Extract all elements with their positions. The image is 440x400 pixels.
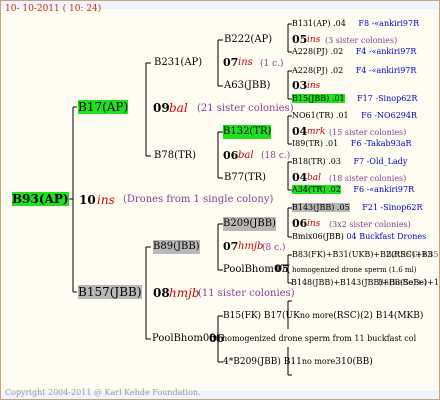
dam-father-label: B78(TR)	[154, 150, 197, 161]
ggp12-overlap: B8(SeBe)+1	[378, 278, 428, 287]
sire-mother-year: 07	[223, 240, 239, 253]
gm2-year: 03	[292, 79, 308, 92]
gm1-label: B222(AP)	[224, 34, 273, 45]
sire-mother-label: B89(JBB)	[153, 240, 200, 254]
sire-mark: hmjb	[169, 286, 200, 300]
root-year: 10	[79, 193, 96, 207]
dam-mark: bal	[169, 101, 188, 115]
root-queen-label: B93(AP)	[12, 192, 69, 206]
gm8-text: 4*B209(JBB) B11no more310(BB)	[223, 357, 373, 367]
dam-mother-description: (1 c.)	[260, 59, 284, 69]
ggp7-label: B18(TR) .03 F7 -Old_Lady	[292, 157, 408, 166]
ggp11-overlap: B2(RSC)+B5	[386, 250, 439, 259]
ggp10-label: Bmix06(JBB) 04 Buckfast Drones	[292, 232, 427, 241]
gm6-year: 05	[275, 264, 289, 275]
root-mark: ins	[97, 193, 115, 207]
gm5-label: B209(JBB)	[223, 217, 276, 231]
dam-father-description: (18 c.)	[261, 151, 291, 161]
pool08-description: homogenized drone sperm from 11 buckfast…	[222, 334, 417, 343]
sire-year: 08	[153, 286, 170, 300]
sire-mother-description: (8 c.)	[262, 243, 286, 253]
dam-mother-label: B231(AP)	[154, 57, 203, 68]
pedigree-chart: 10- 10-2011 ( 10: 24) B93(AP) 10 ins (Dr…	[0, 0, 440, 400]
dam-year: 09	[153, 101, 170, 115]
dam-mother-year: 07	[223, 56, 239, 69]
dam-description: (21 sister colonies)	[197, 103, 294, 114]
ggp9-label: B143(JBB) .05 F21 -Sinop62R	[292, 203, 423, 212]
ggp4-label: B15(JBB) .01 F17 -Sinop62R	[292, 94, 418, 103]
root-description: (Drones from 1 single colony)	[123, 194, 274, 205]
gm4-label: B77(TR)	[224, 172, 267, 183]
gm5-year: 06	[292, 217, 308, 230]
sire-mother-mark: hmjb	[238, 241, 264, 252]
dam-father-year: 06	[223, 149, 239, 162]
gm2-label: A63(JBB)	[224, 80, 271, 91]
dam-label: B17(AP)	[78, 100, 129, 114]
ggp8-label: A34(TR) .02 F6 -«ankiri97R	[292, 185, 415, 194]
dam-mother-mark: ins	[238, 57, 253, 68]
gm2-mark: ins	[307, 81, 321, 91]
ggp6-label: I89(TR) .01 F6 -Takab93aR	[292, 139, 412, 148]
sire-description: (11 sister colonies)	[198, 288, 295, 299]
gm7-text: B15(FK) B17(UKno more(RSC)(2) B14(MKB)	[223, 311, 424, 321]
pool07-description: homogenized drone sperm (1.6 ml)	[292, 266, 417, 274]
ggp1-label: B131(AP) .04 F8 -«ankiri97R	[292, 19, 420, 28]
gm5-mark: ins	[307, 219, 321, 229]
sire-label: B157(JBB)	[78, 285, 142, 299]
ggp5-label: NO61(TR) .01 F6 -NO6294R	[292, 111, 417, 120]
dam-father-mark: bal	[238, 150, 254, 161]
ggp3-label: A228(PJ) .02 F4 -«ankiri97R	[292, 66, 417, 75]
gm3-label: B132(TR)	[223, 125, 272, 139]
copyright-footer: Copyright 2004-2011 @ Karl Kehde Foundat…	[5, 388, 201, 397]
ggp2-label: A228(PJ) .02 F4 -«ankiri97R	[292, 47, 417, 56]
